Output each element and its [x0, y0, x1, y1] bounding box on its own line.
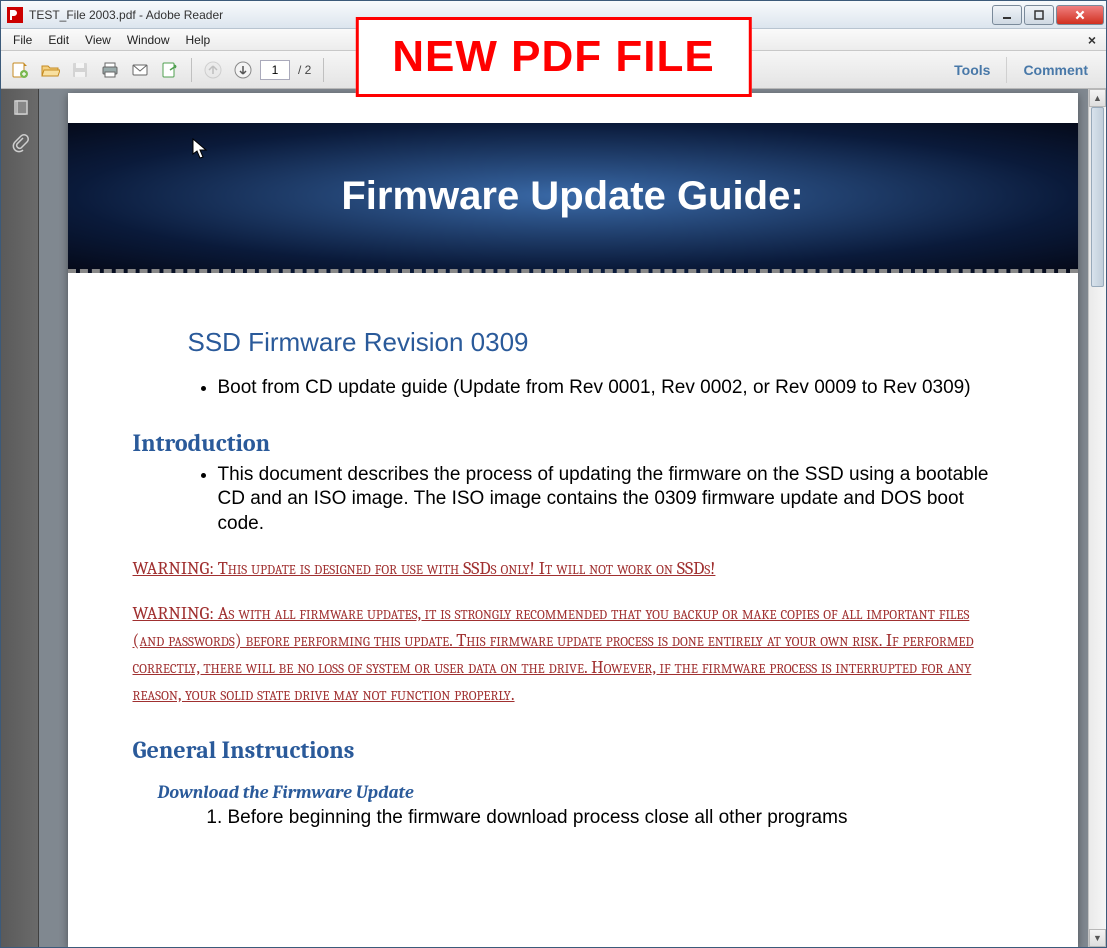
warning-text: WARNING: As with all firmware updates, i… [133, 600, 998, 708]
vertical-scrollbar[interactable]: ▲ ▼ [1088, 89, 1106, 947]
thumbnails-button[interactable] [7, 95, 33, 121]
tools-panel-button[interactable]: Tools [942, 56, 1002, 84]
close-button[interactable] [1056, 5, 1104, 25]
general-heading: General Instructions [133, 736, 998, 764]
page-number-input[interactable] [260, 60, 290, 80]
app-icon [7, 7, 23, 23]
scroll-thumb[interactable] [1091, 107, 1104, 287]
close-document-button[interactable]: × [1082, 32, 1102, 48]
menu-help[interactable]: Help [178, 31, 219, 49]
warning-text: WARNING: This update is designed for use… [133, 555, 998, 582]
email-button[interactable] [127, 57, 153, 83]
minimize-button[interactable] [992, 5, 1022, 25]
menu-window[interactable]: Window [119, 31, 178, 49]
scroll-track[interactable] [1089, 107, 1106, 929]
attachments-button[interactable] [7, 131, 33, 157]
document-viewport[interactable]: Firmware Update Guide: SSD Firmware Revi… [39, 89, 1106, 947]
overlay-label: NEW PDF FILE [392, 32, 714, 81]
body-area: Firmware Update Guide: SSD Firmware Revi… [1, 89, 1106, 947]
section-title: SSD Firmware Revision 0309 [188, 327, 998, 358]
intro-heading: Introduction [133, 429, 998, 457]
save-button[interactable] [67, 57, 93, 83]
mouse-cursor-icon [192, 138, 210, 160]
window-controls [990, 5, 1104, 25]
document-banner: Firmware Update Guide: [68, 123, 1078, 273]
document-body: SSD Firmware Revision 0309 Boot from CD … [68, 273, 1078, 829]
annotation-overlay: NEW PDF FILE [355, 17, 751, 97]
toolbar-separator [323, 58, 324, 82]
maximize-button[interactable] [1024, 5, 1054, 25]
next-page-button[interactable] [230, 57, 256, 83]
list-item: This document describes the process of u… [218, 463, 998, 537]
comment-panel-button[interactable]: Comment [1011, 56, 1100, 84]
app-window: TEST_File 2003.pdf - Adobe Reader File E… [0, 0, 1107, 948]
list-item: Before beginning the firmware download p… [228, 807, 998, 829]
menu-edit[interactable]: Edit [40, 31, 77, 49]
download-heading: Download the Firmware Update [158, 782, 998, 803]
share-button[interactable] [157, 57, 183, 83]
pdf-page: Firmware Update Guide: SSD Firmware Revi… [68, 93, 1078, 947]
list-item: Boot from CD update guide (Update from R… [218, 376, 998, 401]
banner-title: Firmware Update Guide: [341, 174, 803, 219]
navigation-rail [1, 89, 39, 947]
menu-view[interactable]: View [77, 31, 119, 49]
scroll-up-button[interactable]: ▲ [1089, 89, 1106, 107]
menu-file[interactable]: File [5, 31, 40, 49]
toolbar-separator [191, 58, 192, 82]
page-total-label: / 2 [294, 63, 315, 77]
print-button[interactable] [97, 57, 123, 83]
open-button[interactable] [37, 57, 63, 83]
scroll-down-button[interactable]: ▼ [1089, 929, 1106, 947]
export-pdf-button[interactable] [7, 57, 33, 83]
prev-page-button[interactable] [200, 57, 226, 83]
